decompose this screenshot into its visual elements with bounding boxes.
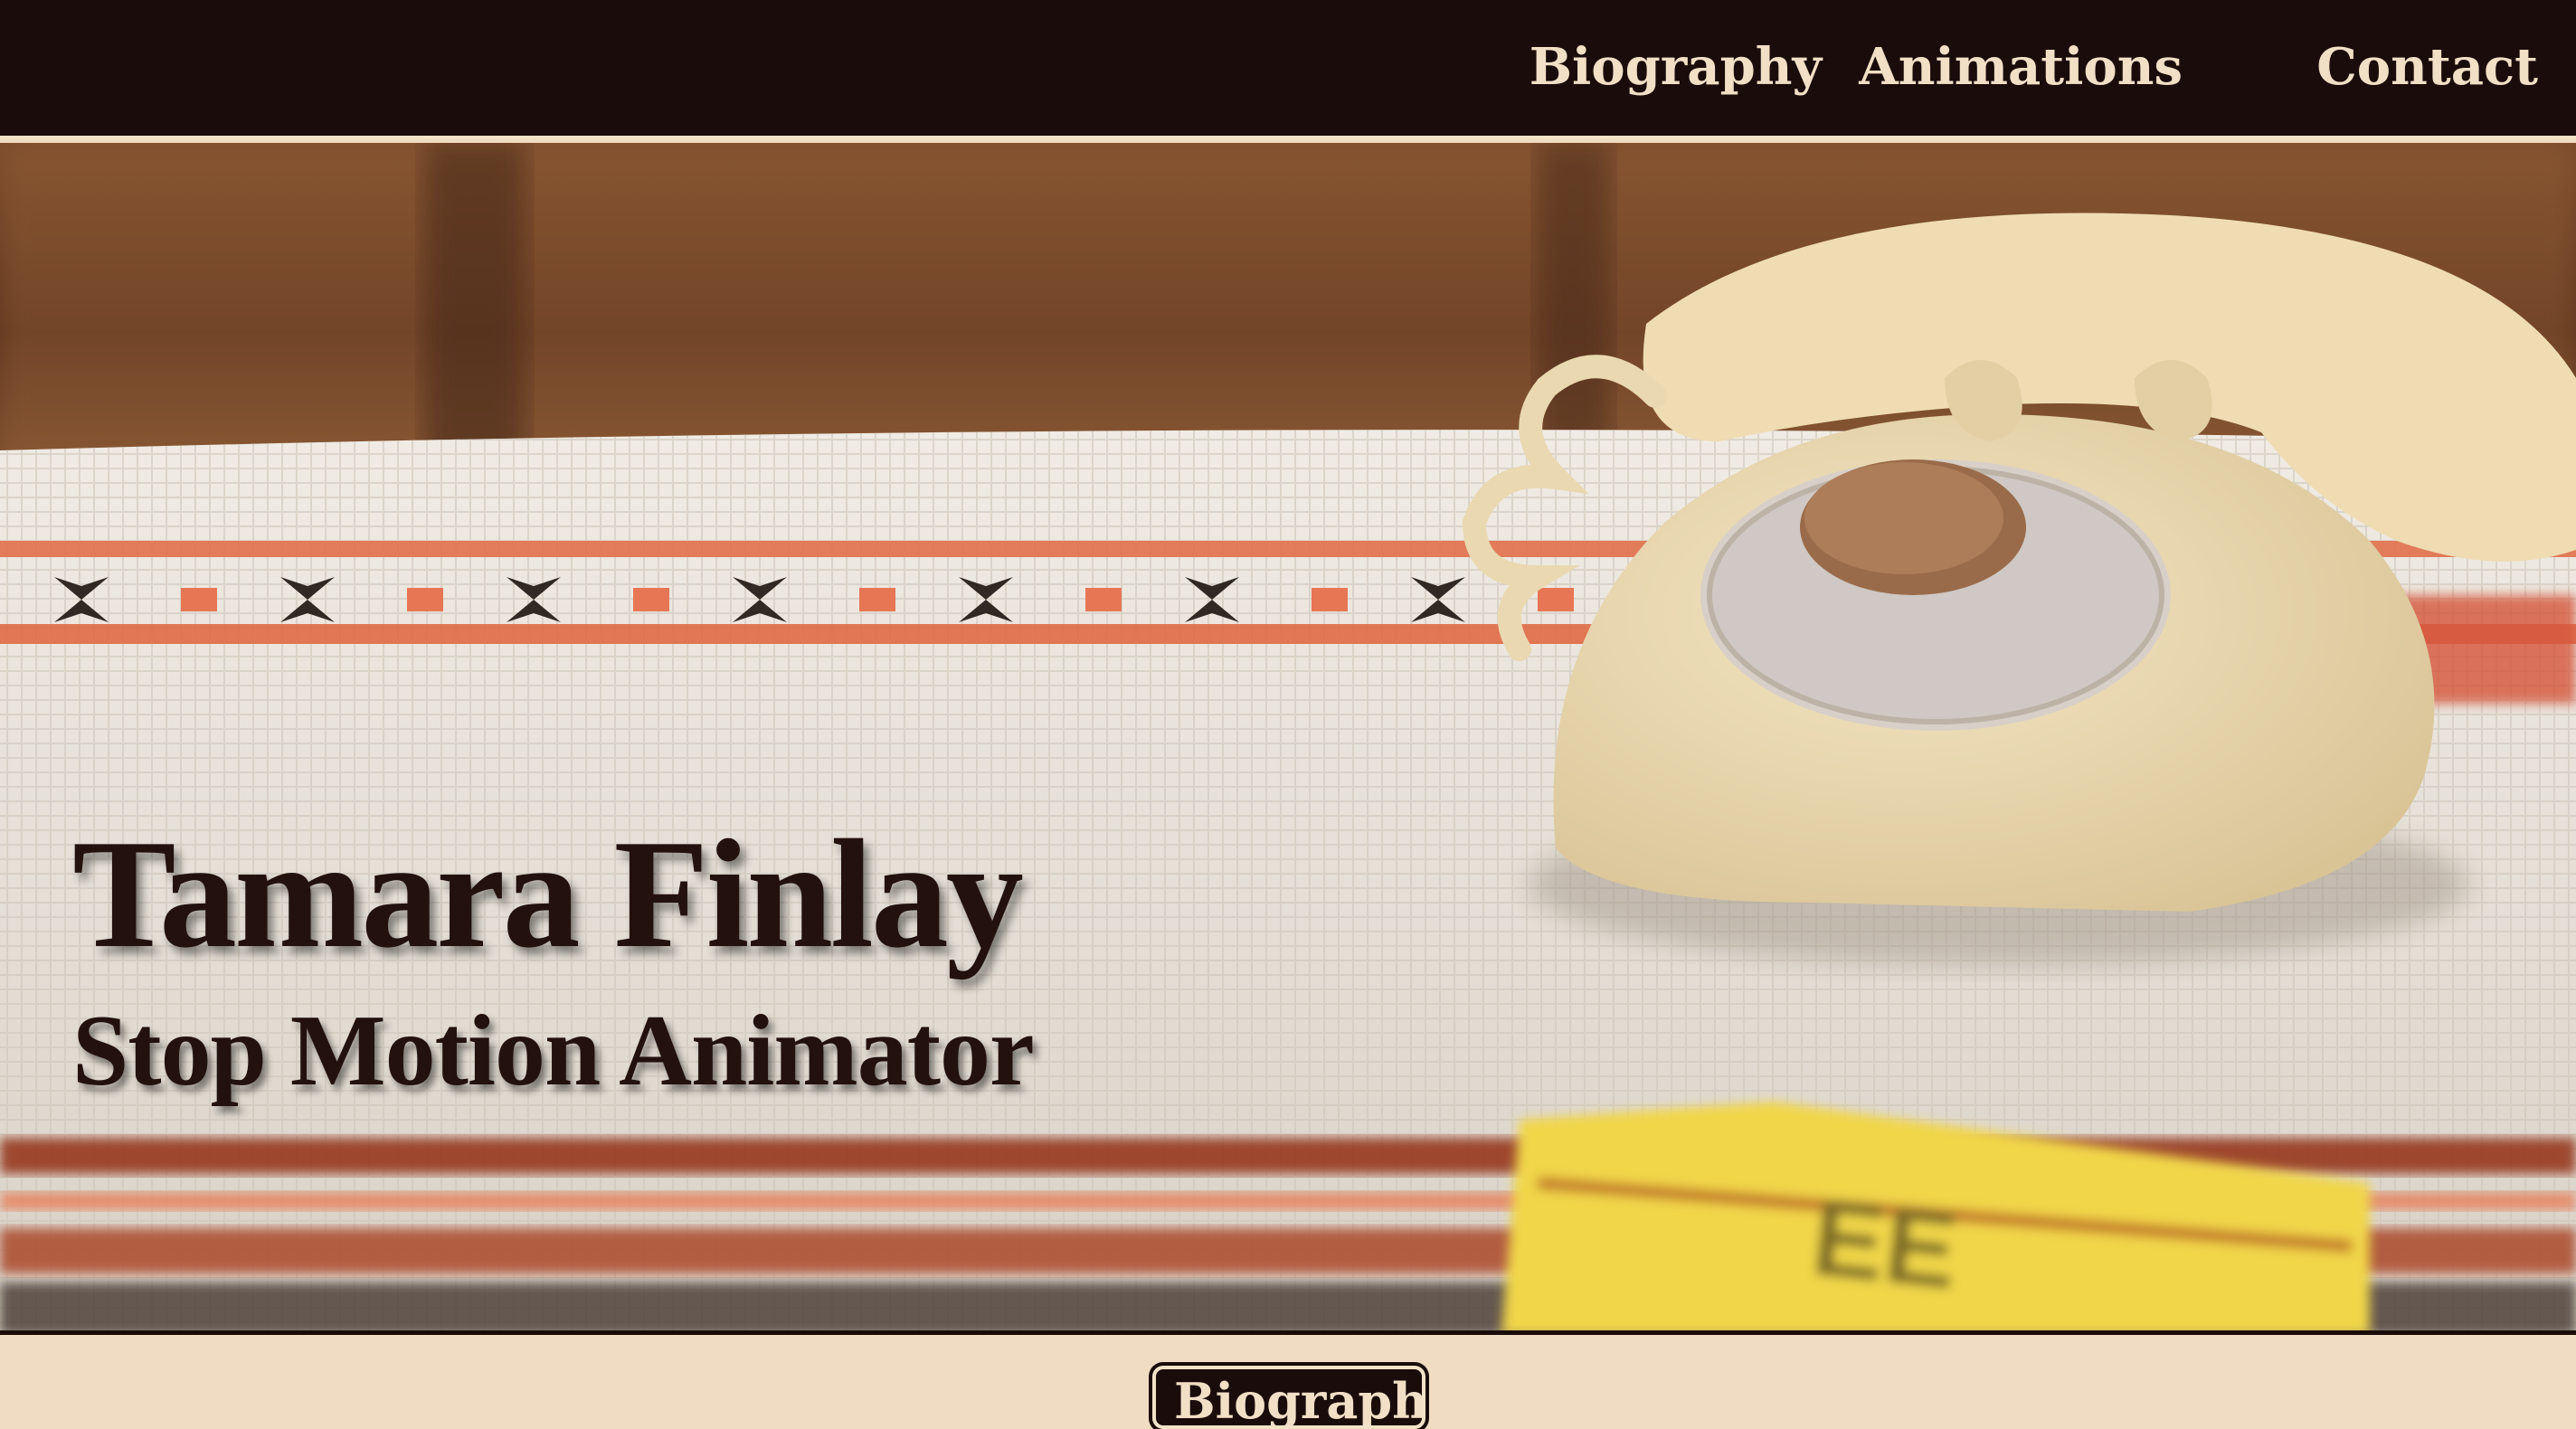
nav-link-animations[interactable]: Animations xyxy=(1859,31,2183,103)
hero-photo: EE xyxy=(0,143,2576,1330)
nav-link-biography[interactable]: Biography xyxy=(1530,31,1822,103)
section-heading-tab[interactable]: Biography xyxy=(1152,1366,1425,1429)
hero-title: Tamara Finlay xyxy=(72,809,1024,981)
top-navigation-bar: Biography Animations Contact xyxy=(0,0,2576,139)
hero-banner: EE Tamara Finlay Stop Motion Animator xyxy=(0,143,2576,1335)
svg-text:EE: EE xyxy=(1806,1177,1963,1312)
hero-subtitle: Stop Motion Animator xyxy=(72,994,1035,1107)
nav-link-contact[interactable]: Contact xyxy=(2316,31,2538,103)
